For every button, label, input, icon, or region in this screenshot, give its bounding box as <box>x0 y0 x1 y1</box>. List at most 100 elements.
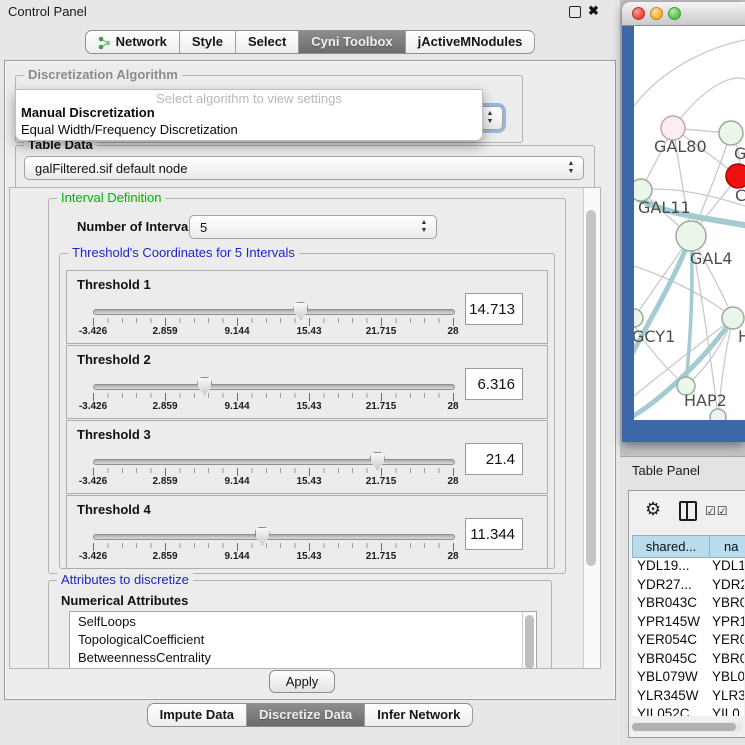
network-window-titlebar[interactable] <box>622 2 745 26</box>
minimize-traffic-light[interactable] <box>650 7 663 20</box>
table-rows: YDL19...YDL1YDR27...YDR2YBR043CYBR0YPR14… <box>632 558 744 716</box>
slider-tick-label: -3.426 <box>79 551 107 562</box>
settings-vertical-scrollbar[interactable] <box>583 188 600 668</box>
gear-icon[interactable]: ⚙ <box>645 499 661 520</box>
slider-tick-label: 9.144 <box>224 401 249 412</box>
table-row[interactable]: YIL052CYIL0 <box>632 706 744 716</box>
scrollbar-thumb[interactable] <box>632 723 736 731</box>
slider-tick-label: 2.859 <box>152 326 177 337</box>
table-cell: YDR2 <box>712 577 744 596</box>
cyni-toolbox-panel: Discretization Algorithm ▲▼ Select algor… <box>4 60 616 700</box>
tab-discretize-data[interactable]: Discretize Data <box>247 703 365 727</box>
slider-tick-label: 15.43 <box>296 326 321 337</box>
tab-cyni-toolbox[interactable]: Cyni Toolbox <box>299 30 405 54</box>
node-label: GAL80 <box>654 137 707 156</box>
tab-select[interactable]: Select <box>236 30 299 54</box>
slider-tick-label: 9.144 <box>224 326 249 337</box>
table-header: shared... na <box>632 535 745 558</box>
close-icon[interactable]: ✖ <box>588 3 599 19</box>
control-panel: Control Panel ✖ Network Style Select Cyni T… <box>0 0 620 745</box>
network-node-h[interactable] <box>722 307 744 329</box>
table-row[interactable]: YBR045CYBR0 <box>632 651 744 670</box>
slider-tick-label: 15.43 <box>296 551 321 562</box>
threshold-value-field[interactable]: 21.4 <box>465 443 523 475</box>
threshold-row-4: Threshold 4-3.4262.8599.14415.4321.71528… <box>66 495 548 569</box>
combo-stepper-icon: ▲▼ <box>419 219 429 235</box>
tab-network[interactable]: Network <box>85 30 180 54</box>
table-cell: YER0 <box>712 632 744 651</box>
split-columns-icon[interactable] <box>679 501 697 521</box>
tab-impute-data[interactable]: Impute Data <box>147 703 247 727</box>
network-node[interactable] <box>710 409 726 420</box>
panel-title: Control Panel <box>8 4 87 19</box>
table-cell: YER054C <box>632 632 712 651</box>
slider-tick-label: 21.715 <box>366 401 397 412</box>
tab-jactivemnodules[interactable]: jActiveMNodules <box>406 30 536 54</box>
column-header-name[interactable]: na <box>710 535 745 558</box>
checkbox-icons[interactable]: ☑☑ <box>705 504 729 518</box>
list-item[interactable]: TopologicalCoefficient <box>70 630 536 648</box>
scrollbar-thumb[interactable] <box>586 210 596 566</box>
table-cell: YPR1 <box>712 614 744 633</box>
threshold-label: Threshold 1 <box>77 277 151 292</box>
number-of-intervals-combo[interactable]: 5 ▲▼ <box>189 215 437 239</box>
attributes-list-scrollbar[interactable] <box>522 612 536 669</box>
algorithm-dropdown: Select algorithm to view settings Manual… <box>15 89 483 141</box>
tab-select-label: Select <box>248 31 286 53</box>
table-cell: YBR045C <box>632 651 712 670</box>
column-header-shared-name[interactable]: shared... <box>632 535 710 558</box>
table-cell: YPR145W <box>632 614 712 633</box>
network-node-gal4[interactable] <box>676 221 706 251</box>
screen: Control Panel ✖ Network Style Select Cyni T… <box>0 0 745 745</box>
table-row[interactable]: YDL19...YDL1 <box>632 558 744 577</box>
slider-tick-label: 28 <box>447 551 458 562</box>
table-row[interactable]: YDR27...YDR2 <box>632 577 744 596</box>
table-cell: YBL0 <box>712 669 744 688</box>
table-row[interactable]: YER054CYER0 <box>632 632 744 651</box>
network-node-gal[interactable] <box>719 121 743 145</box>
threshold-slider-track[interactable] <box>93 534 455 540</box>
close-traffic-light[interactable] <box>632 7 645 20</box>
slider-tick-label: -3.426 <box>79 401 107 412</box>
dropdown-item-manual-discretization[interactable]: Manual Discretization <box>21 105 155 120</box>
threshold-slider-track[interactable] <box>93 459 455 465</box>
table-row[interactable]: YPR145WYPR1 <box>632 614 744 633</box>
table-row[interactable]: YBR043CYBR0 <box>632 595 744 614</box>
slider-tick-label: 15.43 <box>296 476 321 487</box>
dropdown-item-equal-width-frequency[interactable]: Equal Width/Frequency Discretization <box>21 122 238 137</box>
table-cell: YBR0 <box>712 595 744 614</box>
number-of-intervals-label: Number of Intervals <box>77 219 199 234</box>
slider-tick-label: 21.715 <box>366 551 397 562</box>
network-node-c[interactable] <box>726 164 745 188</box>
slider-tick-marks <box>93 468 454 476</box>
tab-jactivemnodules-label: jActiveMNodules <box>418 31 523 53</box>
table-horizontal-scrollbar[interactable] <box>631 722 743 732</box>
zoom-traffic-light[interactable] <box>668 7 681 20</box>
threshold-value-field[interactable]: 6.316 <box>465 368 523 400</box>
table-cell: YBR0 <box>712 651 744 670</box>
algorithm-dropdown-prompt: Select algorithm to view settings <box>16 91 482 106</box>
tab-style[interactable]: Style <box>180 30 236 54</box>
apply-button[interactable]: Apply <box>269 670 335 693</box>
table-data-combo[interactable]: galFiltered.sif default node ▲▼ <box>24 156 584 180</box>
list-item[interactable]: BetweennessCentrality <box>70 648 536 666</box>
float-window-icon[interactable] <box>569 6 581 18</box>
network-graph: GAL80GALCGAL11GAL4GCY1HHAP2 <box>634 26 745 420</box>
table-row[interactable]: YBL079WYBL0 <box>632 669 744 688</box>
list-item[interactable]: SelfLoops <box>70 612 536 630</box>
threshold-slider-track[interactable] <box>93 309 455 315</box>
threshold-slider-track[interactable] <box>93 384 455 390</box>
scrollbar-thumb[interactable] <box>525 615 534 669</box>
table-cell: YIL052C <box>632 706 712 716</box>
combo-stepper-icon: ▲▼ <box>566 160 576 176</box>
tab-infer-network[interactable]: Infer Network <box>365 703 473 727</box>
threshold-value-field[interactable]: 14.713 <box>465 293 523 325</box>
network-node-gcy1[interactable] <box>634 309 643 327</box>
table-row[interactable]: YLR345WYLR3 <box>632 688 744 707</box>
threshold-value-field[interactable]: 11.344 <box>465 518 523 550</box>
threshold-label: Threshold 2 <box>77 352 151 367</box>
tab-style-label: Style <box>192 31 223 53</box>
network-canvas[interactable]: GAL80GALCGAL11GAL4GCY1HHAP2 <box>634 26 745 420</box>
slider-tick-label: 9.144 <box>224 551 249 562</box>
network-icon <box>98 35 111 49</box>
